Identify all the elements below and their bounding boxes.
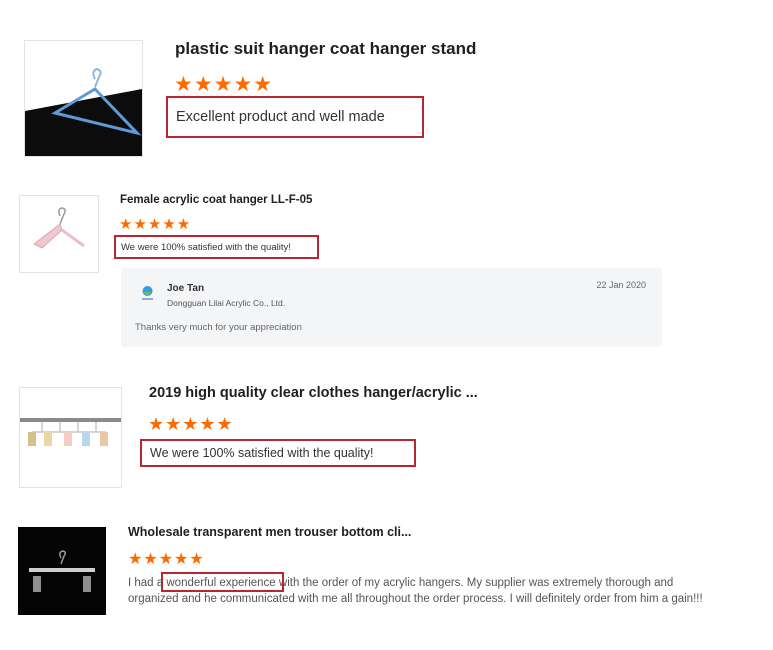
product-thumbnail[interactable] <box>19 387 122 488</box>
product-title[interactable]: 2019 high quality clear clothes hanger/a… <box>149 385 478 401</box>
seller-reply: Joe Tan Dongguan Lilai Acrylic Co., Ltd.… <box>121 268 662 347</box>
star-rating: ★★★★★ <box>174 73 274 96</box>
review-comment-highlight: We were 100% satisfied with the quality! <box>114 235 319 259</box>
blue-hanger-image <box>25 41 142 156</box>
product-title[interactable]: Female acrylic coat hanger LL-F-05 <box>120 194 312 206</box>
product-thumbnail[interactable] <box>19 195 99 273</box>
trouser-hanger-image <box>19 528 105 614</box>
reply-company[interactable]: Dongguan Lilai Acrylic Co., Ltd. <box>167 298 285 308</box>
review-comment: We were 100% satisfied with the quality! <box>150 446 374 460</box>
company-logo-icon <box>139 284 156 301</box>
highlight-box <box>161 572 284 592</box>
review-comment-highlight: Excellent product and well made <box>166 96 424 138</box>
reply-message: Thanks very much for your appreciation <box>135 322 302 333</box>
star-rating: ★★★★★ <box>128 551 205 568</box>
star-rating: ★★★★★ <box>119 216 192 233</box>
clip-hangers-rack-image <box>20 418 121 446</box>
reply-author: Joe Tan <box>167 283 205 294</box>
product-title[interactable]: Wholesale transparent men trouser bottom… <box>128 525 411 539</box>
pink-hanger-image <box>33 207 85 249</box>
product-title[interactable]: plastic suit hanger coat hanger stand <box>175 39 476 59</box>
review-comment: Excellent product and well made <box>176 109 385 125</box>
product-thumbnail[interactable] <box>18 527 106 615</box>
reply-date: 22 Jan 2020 <box>596 280 646 290</box>
review-comment-highlight: We were 100% satisfied with the quality! <box>140 439 416 467</box>
review-comment: We were 100% satisfied with the quality! <box>121 241 291 253</box>
product-thumbnail[interactable] <box>24 40 143 157</box>
star-rating: ★★★★★ <box>148 414 234 434</box>
